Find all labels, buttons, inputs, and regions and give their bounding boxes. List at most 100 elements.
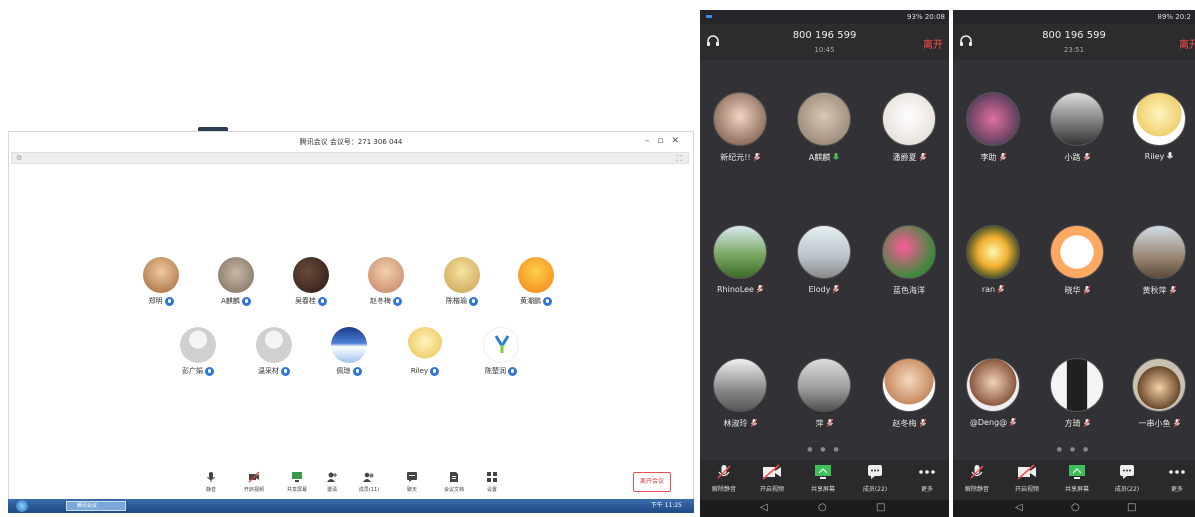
settings-button[interactable]: 设置 [472,471,512,493]
document-icon [450,472,458,482]
avatar [797,358,851,412]
participant-tile[interactable]: 李助 [953,92,1033,168]
participant-tile[interactable]: 陈楷瑜 [430,257,494,309]
mic-icon [543,296,552,306]
participant-name: 方琦 [1064,419,1081,428]
mic-icon [393,296,402,306]
minimize-button[interactable]: – [645,136,658,146]
documents-button[interactable]: 会议文档 [434,471,474,493]
participant-tile[interactable]: 晓华 [1037,225,1117,301]
participant-tile[interactable]: 蓝色海洋 [869,225,949,301]
participant-tile[interactable]: RhinoLee [700,225,780,301]
leave-button[interactable]: 离开 [923,36,943,51]
more-button[interactable]: 更多 [1153,464,1195,493]
window-title: 腾讯会议 会议号：271 306 044 [299,138,403,146]
leave-button[interactable]: 离开 [1179,36,1195,51]
mic-muted-icon [1083,153,1090,162]
participant-name: 萍 [815,419,824,428]
participant-tile[interactable]: Riley [393,327,457,379]
fullscreen-icon[interactable]: ⛶ [676,153,682,164]
mic-muted-icon [1010,418,1017,427]
participant-tile[interactable]: 佩琼 [317,327,381,379]
back-icon[interactable]: ◁ [760,502,768,513]
members-button[interactable]: 成员(22) [851,464,899,493]
avatar [713,225,767,279]
participant-tile[interactable]: 赵冬梅 [869,358,949,434]
participant-tile[interactable]: 彭广娟 [166,327,230,379]
meeting-number[interactable]: 800 196 599 [700,30,949,41]
participant-tile[interactable]: Elody [784,225,864,301]
participant-tile[interactable]: 温采材 [242,327,306,379]
start-video-button[interactable]: 开启视频 [748,464,796,493]
participant-tile[interactable]: 赵冬梅 [354,257,418,309]
mute-button[interactable]: 静音 [191,471,231,493]
unmute-button[interactable]: 解除静音 [953,464,1001,493]
avatar [407,327,443,363]
participant-tile[interactable]: 潘爵夏 [869,92,949,168]
add-user-icon [327,472,337,482]
participant-tile[interactable]: 小路 [1037,92,1117,168]
participant-tile[interactable]: 陈楚润 [469,327,533,379]
avatar [218,257,254,293]
members-button[interactable]: 成员(22) [1103,464,1151,493]
participant-name: A麒麟 [221,297,240,305]
participant-tile[interactable]: 方琦 [1037,358,1117,434]
members-icon [1120,465,1134,479]
start-video-button[interactable]: 开启视频 [1003,464,1051,493]
start-button[interactable] [16,500,28,512]
avatar [1132,225,1186,279]
participant-name: 一串小鱼 [1138,419,1171,428]
avatar [483,327,519,363]
recents-icon[interactable]: □ [876,502,885,513]
avatar [180,327,216,363]
home-icon[interactable]: ○ [1071,502,1080,513]
participant-tile[interactable]: 林淑玲 [700,358,780,434]
company-logo-icon [494,335,510,353]
participant-tile[interactable]: A麒麟 [784,92,864,168]
share-screen-button[interactable]: 共享屏幕 [799,464,847,493]
mic-on-icon [833,153,840,160]
home-icon[interactable]: ○ [818,502,827,513]
share-screen-button[interactable]: 共享屏幕 [277,471,317,493]
avatar [713,358,767,412]
chat-button[interactable]: 聊天 [392,471,432,493]
participant-name: 晓华 [1064,286,1081,295]
participant-tile[interactable]: 吴春桂 [279,257,343,309]
mic-muted-icon [970,465,984,479]
participant-tile[interactable]: ran [953,225,1033,301]
participant-name: 郑明 [148,297,163,305]
recents-icon[interactable]: □ [1127,502,1136,513]
participant-tile[interactable]: 黄潮鹏 [504,257,568,309]
participant-name: Elody [808,285,831,294]
participant-tile[interactable]: @Deng@ [953,358,1033,434]
close-button[interactable]: ✕ [671,136,687,146]
start-video-button[interactable]: 开启视频 [234,471,274,493]
avatar [966,92,1020,146]
participant-tile[interactable]: 黄秋萍 [1119,225,1195,301]
participant-tile[interactable]: A麒麟 [204,257,268,309]
leave-meeting-button[interactable]: 离开会议 [633,472,671,492]
unmute-button[interactable]: 解除静音 [700,464,748,493]
participant-tile[interactable]: 一串小鱼 [1119,358,1195,434]
back-icon[interactable]: ◁ [1015,502,1023,513]
participant-name: 李助 [980,153,997,162]
meeting-toolbar: 解除静音 开启视频 共享屏幕 成员(22) 更多 [953,460,1195,500]
more-button[interactable]: 更多 [903,464,949,493]
taskbar-app-item[interactable]: 腾讯会议 [66,501,126,511]
participant-tile[interactable]: 萍 [784,358,864,434]
mic-muted-icon [919,419,926,428]
participant-tile[interactable]: 郑明 [129,257,193,309]
participant-name: 林淑玲 [723,419,748,428]
participant-tile[interactable]: Riley [1119,92,1195,168]
members-button[interactable]: 成员(11) [349,471,389,493]
avatar [1132,92,1186,146]
invite-button[interactable]: 邀请 [312,471,352,493]
video-off-icon [248,471,260,483]
meeting-number[interactable]: 800 196 599 [953,30,1195,41]
mic-muted-icon [833,285,840,294]
participant-tile[interactable]: 新纪元!! [700,92,780,168]
mic-muted-icon [1083,286,1090,295]
settings-gear-icon[interactable]: ⚙ [16,153,22,164]
share-screen-button[interactable]: 共享屏幕 [1053,464,1101,493]
maximize-button[interactable]: ▫ [657,136,671,146]
